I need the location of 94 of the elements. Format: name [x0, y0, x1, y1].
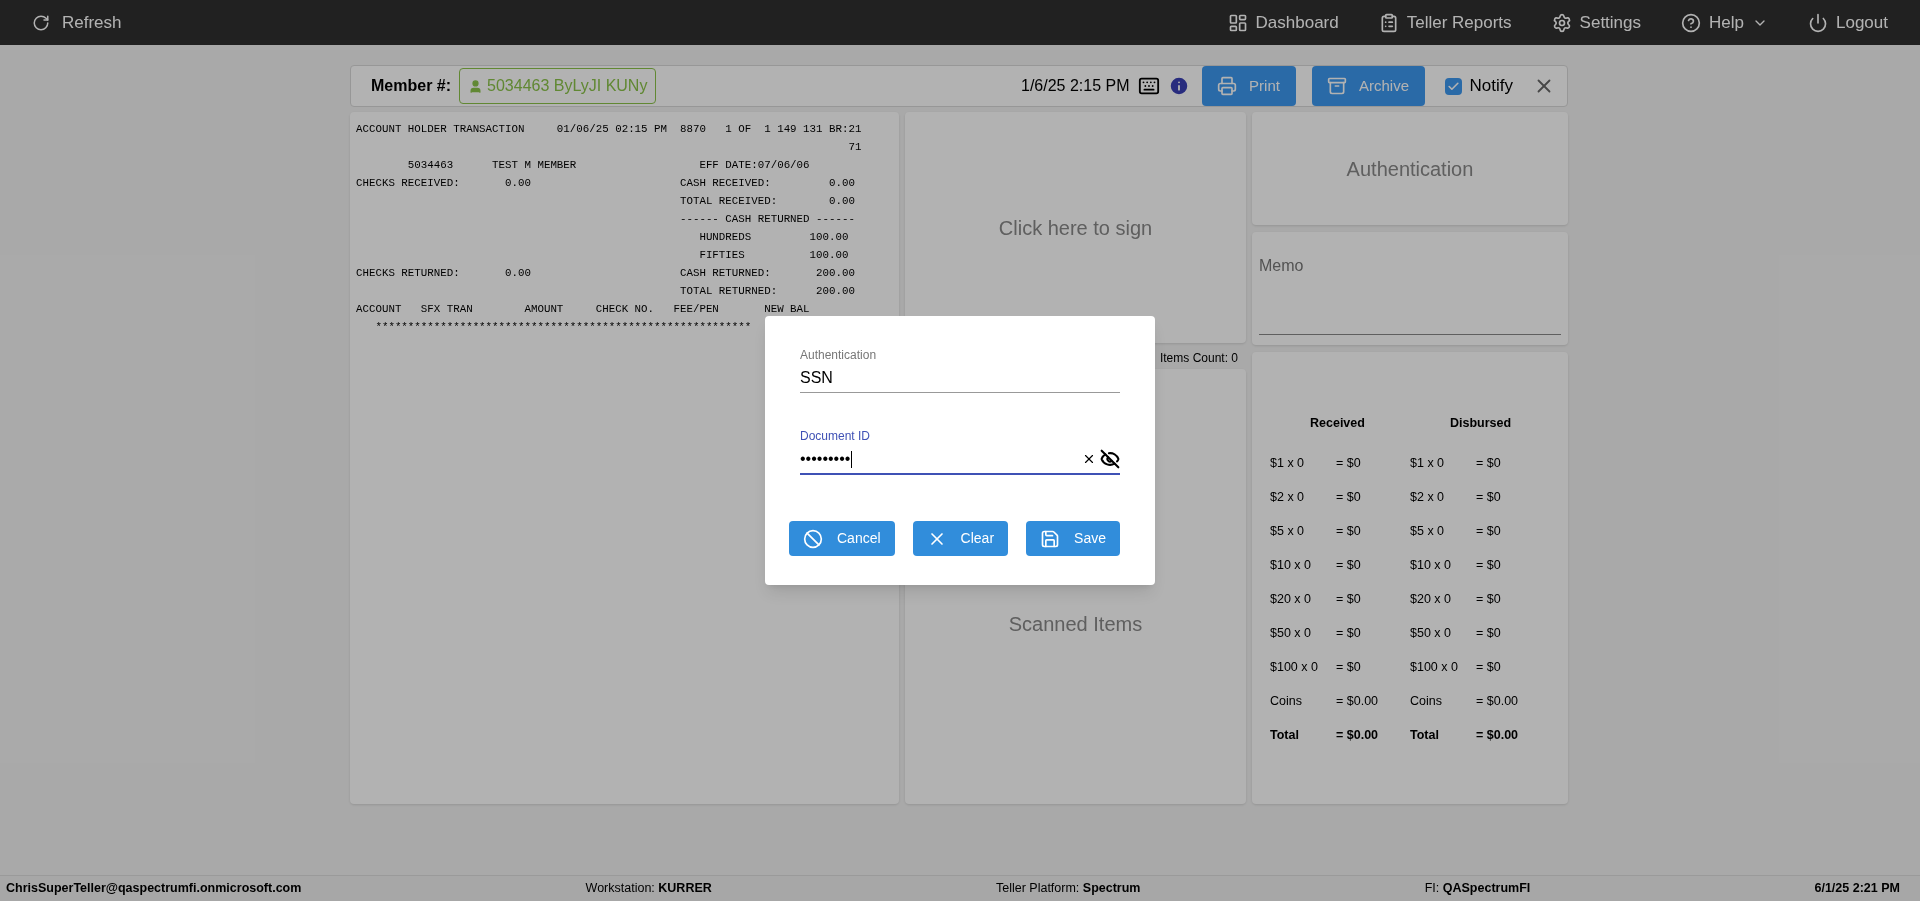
receipt-line: 5034463 TEST M MEMBER EFF DATE:07/06/06 [406, 158, 810, 173]
items-count: Items Count: 0 [1159, 350, 1238, 367]
archive-icon [1327, 76, 1347, 96]
receipt-line: CHECKS RETURNED: 0.00 CASH RETURNED: 200.00 [356, 266, 855, 281]
help-icon [1681, 12, 1702, 33]
refresh-icon [32, 13, 50, 32]
user-email: ChrisSuperTeller@qaspectrumfi.onmicrosoft.com [6, 880, 302, 898]
status-item: Teller Platform: Spectrum [996, 880, 1141, 898]
save-icon [1040, 528, 1061, 549]
receipt-line: ********************************************************** [374, 320, 752, 335]
denomination-value: = $0 [1476, 455, 1501, 473]
denomination-label: $1 x 0 [1270, 455, 1306, 473]
info-icon[interactable] [1167, 75, 1190, 97]
denomination-value: = $0 [1476, 489, 1501, 507]
denomination-value: = $0.00 [1476, 727, 1519, 745]
denomination-label: $2 x 0 [1410, 489, 1446, 507]
notify-label: Notify [1469, 75, 1513, 98]
denomination-label: $2 x 0 [1270, 489, 1306, 507]
denomination-label: $5 x 0 [1270, 523, 1306, 541]
denomination-label: Coins [1410, 693, 1443, 711]
denomination-label: $10 x 0 [1410, 557, 1452, 575]
column-heading: Received [1310, 415, 1365, 432]
status-item: FI: QASpectrumFI [1424, 880, 1531, 898]
denomination-value: = $0.00 [1336, 727, 1379, 745]
denomination-value: = $0 [1336, 523, 1361, 541]
denomination-value: = $0 [1336, 455, 1361, 473]
check-icon [1446, 79, 1460, 93]
settings-icon [1551, 12, 1572, 33]
dashboard-icon [1227, 12, 1248, 33]
dialog-field[interactable]: Document ID ••••••••• [800, 427, 1120, 475]
status-item: Workstation: KURRER [585, 880, 712, 898]
denomination-label: $20 x 0 [1410, 591, 1452, 609]
denomination-value: = $0 [1336, 489, 1361, 507]
keyboard-icon[interactable] [1137, 75, 1160, 97]
denomination-label: Total [1410, 727, 1440, 745]
denomination-label: $100 x 0 [1270, 659, 1319, 677]
clear-icon[interactable] [1082, 452, 1096, 466]
denomination-value: = $0 [1476, 625, 1501, 643]
denomination-label: $100 x 0 [1410, 659, 1459, 677]
nav-item[interactable]: Dashboard [1227, 9, 1339, 36]
member-label: Member #: [371, 76, 452, 96]
denomination-value: = $0 [1336, 557, 1361, 575]
refresh-button[interactable]: Refresh [32, 9, 122, 36]
dialog-button[interactable]: Cancel [789, 521, 895, 556]
denomination-value: = $0 [1336, 659, 1361, 677]
dialog-button[interactable]: Clear [912, 521, 1009, 556]
receipt-line: ACCOUNT SFX TRAN AMOUNT CHECK NO. FEE/PEN NEW BAL [356, 302, 810, 317]
printer-icon [1217, 76, 1238, 96]
receipt-line: FIFTIES 100.00 [698, 248, 849, 263]
dialog-field[interactable]: Authentication SSN [800, 346, 1120, 393]
denomination-label: $50 x 0 [1270, 625, 1312, 643]
archive-button[interactable]: Archive [1311, 66, 1425, 106]
denomination-label: Coins [1270, 693, 1303, 711]
denomination-value: = $0 [1476, 523, 1501, 541]
nav-item[interactable]: Teller Reports [1378, 9, 1512, 36]
receipt-line: TOTAL RETURNED: 200.00 [678, 284, 855, 299]
denomination-value: = $0 [1476, 591, 1501, 609]
denomination-label: $10 x 0 [1270, 557, 1312, 575]
receipt-line: HUNDREDS 100.00 [698, 230, 849, 245]
receipt-line: ACCOUNT HOLDER TRANSACTION 01/06/25 02:15 PM 8870 1 OF 1 149 131 BR:21 [356, 122, 862, 137]
receipt-line: ------ CASH RETURNED ------ [678, 212, 855, 227]
status-date-time: 6/1/25 2:21 PM [1814, 880, 1900, 898]
cancel-icon [803, 528, 823, 549]
nav-item[interactable]: Help [1681, 9, 1768, 36]
dialog-button[interactable]: Save [1026, 521, 1120, 556]
receipt-line: TOTAL RECEIVED: 0.00 [678, 194, 855, 209]
denomination-value: = $0.00 [1336, 693, 1379, 711]
denomination-value: = $0 [1476, 557, 1501, 575]
nav-item[interactable]: Logout [1808, 9, 1888, 36]
denomination-label: $5 x 0 [1410, 523, 1446, 541]
nav-item[interactable]: Settings [1551, 9, 1642, 36]
date-time: 1/6/25 2:15 PM [1021, 76, 1130, 96]
denomination-label: $1 x 0 [1410, 455, 1446, 473]
power-icon [1808, 12, 1828, 33]
column-heading: Disbursed [1450, 415, 1512, 432]
denomination-label: Total [1270, 727, 1300, 745]
print-button[interactable]: Print [1201, 66, 1296, 106]
denomination-value: = $0 [1336, 625, 1361, 643]
member-button[interactable]: 5034463 ByLyJI KUNy [459, 68, 657, 104]
denomination-label: $50 x 0 [1410, 625, 1452, 643]
scanned-items-title: Scanned Items [1008, 612, 1143, 637]
authentication-panel[interactable]: Authentication [1252, 112, 1568, 225]
eye-off-icon[interactable] [1100, 449, 1120, 469]
authentication-title: Authentication [1346, 156, 1474, 182]
notify-checkbox[interactable] [1444, 77, 1462, 95]
receipt-line: CHECKS RECEIVED: 0.00 CASH RECEIVED: 0.00 [356, 176, 855, 191]
user-icon [468, 78, 484, 94]
denomination-label: $20 x 0 [1270, 591, 1312, 609]
denomination-value: = $0.00 [1476, 693, 1519, 711]
denomination-value: = $0 [1336, 591, 1361, 609]
signature-pad[interactable]: Click here to sign [905, 112, 1246, 343]
denomination-value: = $0 [1476, 659, 1501, 677]
memo-field[interactable]: Memo [1252, 232, 1568, 345]
receipt-line: 71 [847, 140, 862, 155]
